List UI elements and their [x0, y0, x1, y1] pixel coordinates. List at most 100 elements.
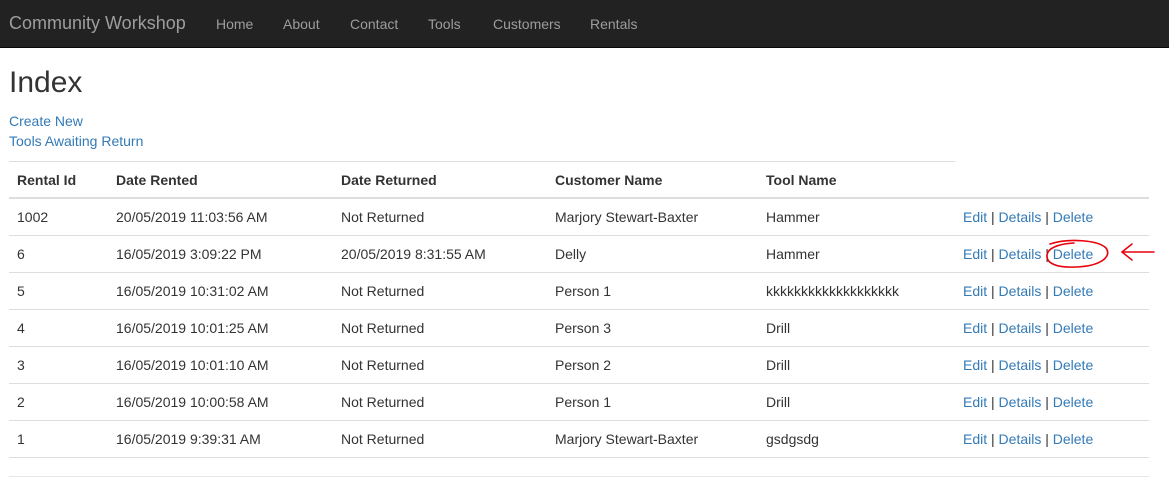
- action-separator: |: [1045, 320, 1049, 336]
- delete-link[interactable]: Delete: [1053, 320, 1093, 336]
- cell-customer-name: Person 1: [555, 283, 612, 299]
- cell-rental-id: 1002: [17, 209, 49, 225]
- nav-tools[interactable]: Tools: [428, 15, 461, 33]
- cell-customer-name: Marjory Stewart-Baxter: [555, 209, 699, 225]
- cell-rental-id: 2: [17, 394, 25, 410]
- action-separator: |: [991, 357, 995, 373]
- cell-date-rented: 16/05/2019 10:00:58 AM: [116, 394, 269, 410]
- cell-date-returned: Not Returned: [341, 431, 425, 447]
- action-separator: |: [1045, 283, 1049, 299]
- delete-link[interactable]: Delete: [1053, 283, 1093, 299]
- action-separator: |: [991, 394, 995, 410]
- cell-customer-name: Delly: [555, 246, 587, 262]
- page-title: Index: [9, 66, 83, 99]
- details-link[interactable]: Details: [999, 394, 1042, 410]
- details-link[interactable]: Details: [999, 320, 1042, 336]
- cell-tool-name: Drill: [766, 394, 791, 410]
- cell-tool-name: Hammer: [766, 209, 820, 225]
- cell-rental-id: 5: [17, 283, 25, 299]
- footer-divider: [9, 476, 1149, 477]
- nav-rentals[interactable]: Rentals: [590, 15, 637, 33]
- table-row: 1 16/05/2019 9:39:31 AM Not Returned Mar…: [9, 421, 1149, 458]
- edit-link[interactable]: Edit: [963, 357, 987, 373]
- cell-date-returned: Not Returned: [341, 283, 425, 299]
- cell-customer-name: Person 1: [555, 394, 612, 410]
- header-date-rented: Date Rented: [116, 172, 198, 188]
- cell-date-rented: 16/05/2019 10:31:02 AM: [116, 283, 269, 299]
- delete-link[interactable]: Delete: [1053, 394, 1093, 410]
- cell-date-rented: 16/05/2019 9:39:31 AM: [116, 431, 261, 447]
- cell-date-returned: Not Returned: [341, 320, 425, 336]
- action-separator: |: [991, 209, 995, 225]
- cell-rental-id: 3: [17, 357, 25, 373]
- cell-rental-id: 6: [17, 246, 25, 262]
- cell-tool-name: Drill: [766, 320, 791, 336]
- table-row: 2 16/05/2019 10:00:58 AM Not Returned Pe…: [9, 384, 1149, 421]
- table-row: 6 16/05/2019 3:09:22 PM 20/05/2019 8:31:…: [9, 236, 1149, 273]
- details-link[interactable]: Details: [999, 209, 1042, 225]
- action-separator: |: [991, 431, 995, 447]
- row-actions: Edit | Details | Delete: [963, 310, 1093, 346]
- action-separator: |: [991, 320, 995, 336]
- details-link[interactable]: Details: [999, 431, 1042, 447]
- action-separator: |: [991, 246, 995, 262]
- cell-date-rented: 16/05/2019 10:01:25 AM: [116, 320, 269, 336]
- edit-link[interactable]: Edit: [963, 431, 987, 447]
- create-new-link[interactable]: Create New: [9, 112, 83, 130]
- table-row: 4 16/05/2019 10:01:25 AM Not Returned Pe…: [9, 310, 1149, 347]
- cell-date-returned: Not Returned: [341, 394, 425, 410]
- nav-customers[interactable]: Customers: [493, 15, 561, 33]
- row-actions: Edit | Details | Delete: [963, 199, 1093, 235]
- cell-tool-name: kkkkkkkkkkkkkkkkkkk: [766, 283, 899, 299]
- row-actions: Edit | Details | Delete: [963, 421, 1093, 457]
- cell-date-rented: 16/05/2019 10:01:10 AM: [116, 357, 269, 373]
- action-separator: |: [991, 283, 995, 299]
- cell-date-returned: Not Returned: [341, 357, 425, 373]
- details-link[interactable]: Details: [999, 246, 1042, 262]
- cell-date-returned: Not Returned: [341, 209, 425, 225]
- delete-link[interactable]: Delete: [1053, 431, 1093, 447]
- action-separator: |: [1045, 357, 1049, 373]
- nav-about[interactable]: About: [283, 15, 320, 33]
- cell-tool-name: Hammer: [766, 246, 820, 262]
- row-actions: Edit | Details | Delete: [963, 273, 1093, 309]
- cell-date-rented: 16/05/2019 3:09:22 PM: [116, 246, 262, 262]
- header-customer-name: Customer Name: [555, 172, 663, 188]
- cell-customer-name: Marjory Stewart-Baxter: [555, 431, 699, 447]
- row-actions: Edit | Details | Delete: [963, 384, 1093, 420]
- header-date-returned: Date Returned: [341, 172, 437, 188]
- table-row: 3 16/05/2019 10:01:10 AM Not Returned Pe…: [9, 347, 1149, 384]
- table-row: 1002 20/05/2019 11:03:56 AM Not Returned…: [9, 199, 1149, 236]
- cell-date-returned: 20/05/2019 8:31:55 AM: [341, 246, 486, 262]
- action-separator: |: [1045, 431, 1049, 447]
- brand-link[interactable]: Community Workshop: [9, 13, 186, 33]
- cell-rental-id: 1: [17, 431, 25, 447]
- cell-customer-name: Person 3: [555, 320, 612, 336]
- annotation-circle-arrow: [1046, 239, 1155, 268]
- edit-link[interactable]: Edit: [963, 209, 987, 225]
- action-separator: |: [1045, 394, 1049, 410]
- details-link[interactable]: Details: [999, 357, 1042, 373]
- cell-date-rented: 20/05/2019 11:03:56 AM: [116, 209, 268, 225]
- top-navbar: Community Workshop Home About Contact To…: [0, 0, 1169, 48]
- header-tool-name: Tool Name: [766, 172, 837, 188]
- cell-rental-id: 4: [17, 320, 25, 336]
- nav-home[interactable]: Home: [216, 15, 253, 33]
- cell-customer-name: Person 2: [555, 357, 612, 373]
- tools-awaiting-return-link[interactable]: Tools Awaiting Return: [9, 132, 143, 150]
- header-rental-id: Rental Id: [17, 172, 77, 188]
- edit-link[interactable]: Edit: [963, 394, 987, 410]
- nav-contact[interactable]: Contact: [350, 15, 398, 33]
- delete-link[interactable]: Delete: [1053, 209, 1093, 225]
- cell-tool-name: gsdgsdg: [766, 431, 819, 447]
- row-actions: Edit | Details | Delete: [963, 347, 1093, 383]
- details-link[interactable]: Details: [999, 283, 1042, 299]
- edit-link[interactable]: Edit: [963, 246, 987, 262]
- table-row: 5 16/05/2019 10:31:02 AM Not Returned Pe…: [9, 273, 1149, 310]
- table-header-row: Rental Id Date Rented Date Returned Cust…: [9, 162, 1149, 199]
- cell-tool-name: Drill: [766, 357, 791, 373]
- delete-link[interactable]: Delete: [1053, 357, 1093, 373]
- edit-link[interactable]: Edit: [963, 320, 987, 336]
- edit-link[interactable]: Edit: [963, 283, 987, 299]
- action-separator: |: [1045, 209, 1049, 225]
